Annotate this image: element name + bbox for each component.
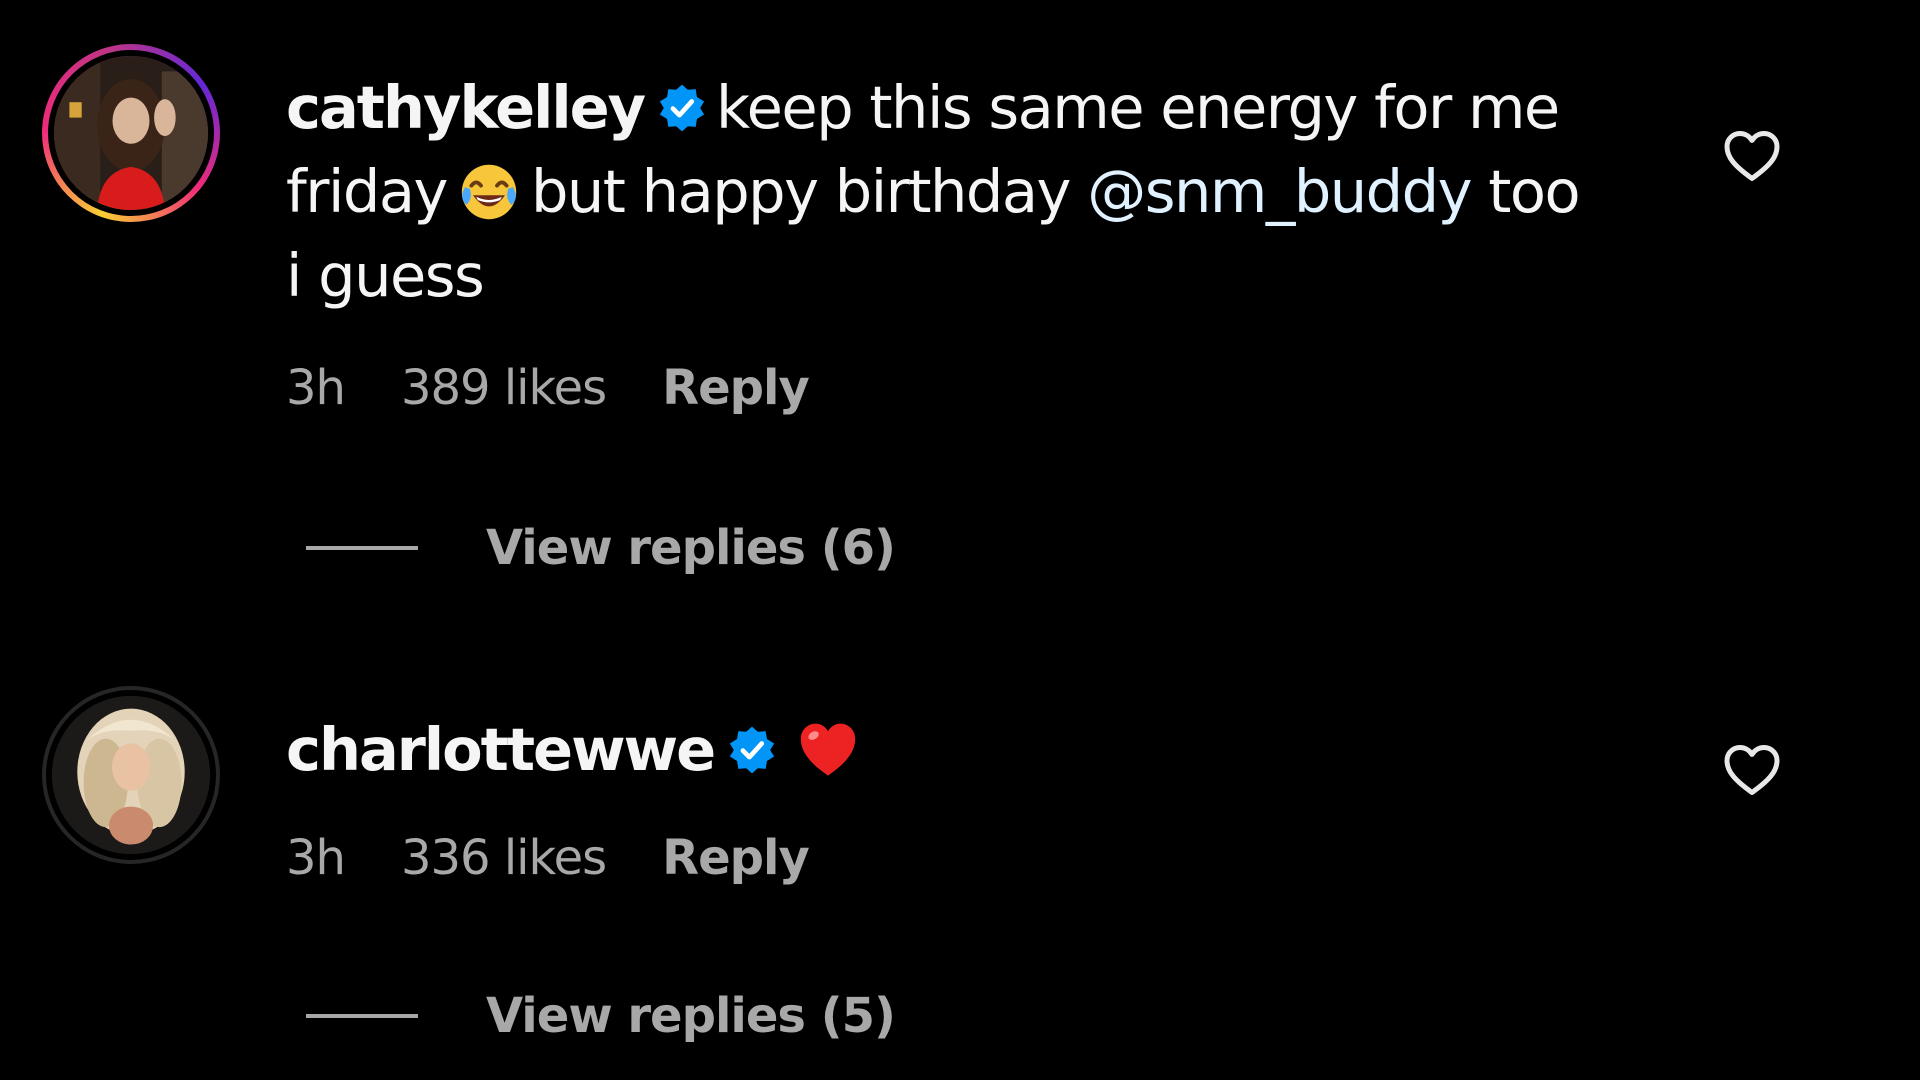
view-replies-button[interactable]: View replies (5) [306, 988, 896, 1044]
view-replies-label: View replies (6) [486, 520, 896, 576]
comment-text-line2: friday but happy birthday @snm_buddy too [286, 150, 1676, 234]
comment-text-segment: but happy birthday [530, 157, 1072, 226]
heart-outline-icon[interactable] [1722, 128, 1782, 184]
verified-badge-icon [656, 82, 708, 134]
mention-link[interactable]: @snm_buddy [1087, 157, 1472, 226]
comment-time: 3h [286, 830, 346, 886]
comment-text-segment: too [1488, 157, 1580, 226]
replies-divider [306, 1014, 418, 1018]
comment-text: charlottewwe [286, 708, 1676, 792]
replies-divider [306, 546, 418, 550]
comment-body: cathykelley keep this same energy for me… [286, 66, 1676, 318]
verified-badge-icon [726, 724, 778, 776]
comment-body: charlottewwe [286, 708, 1676, 792]
face-with-tears-of-joy-icon [457, 160, 521, 224]
comments-section: cathykelley keep this same energy for me… [0, 0, 1920, 1080]
likes-count[interactable]: 389 likes [401, 360, 607, 416]
red-heart-icon [796, 718, 860, 782]
comment-meta: 3h 336 likes Reply [286, 830, 810, 886]
comment-time: 3h [286, 360, 346, 416]
username[interactable]: charlottewwe [286, 715, 716, 784]
avatar[interactable] [42, 44, 220, 222]
comment-text-line1: keep this same energy for me [716, 73, 1560, 142]
view-replies-label: View replies (5) [486, 988, 896, 1044]
comment-text: cathykelley keep this same energy for me [286, 66, 1676, 150]
reply-button[interactable]: Reply [662, 830, 810, 886]
avatar-image [46, 690, 216, 860]
view-replies-button[interactable]: View replies (6) [306, 520, 896, 576]
username[interactable]: cathykelley [286, 73, 646, 142]
reply-button[interactable]: Reply [662, 360, 810, 416]
comment-text-segment: friday [286, 157, 448, 226]
avatar[interactable] [42, 686, 220, 864]
avatar-image [48, 50, 214, 216]
likes-count[interactable]: 336 likes [401, 830, 607, 886]
heart-outline-icon[interactable] [1722, 742, 1782, 798]
comment-text-line3: i guess [286, 241, 485, 310]
comment-meta: 3h 389 likes Reply [286, 360, 810, 416]
